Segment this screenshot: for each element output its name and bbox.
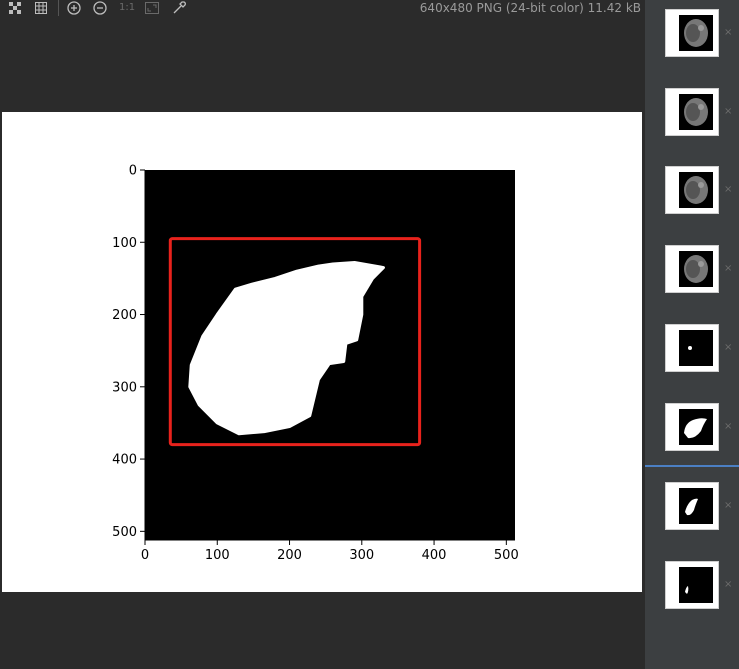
close-icon[interactable]: × — [724, 263, 732, 275]
grid-icon[interactable] — [33, 0, 49, 16]
thumbnail-2[interactable] — [665, 88, 719, 136]
y-tick-label: 300 — [112, 380, 137, 395]
thumbnail-strip[interactable]: × × × × × × × × — [645, 0, 739, 669]
fit-window-icon[interactable] — [144, 0, 160, 16]
thumbnail-image — [679, 567, 713, 603]
thumbnail-image — [679, 172, 713, 208]
close-icon[interactable]: × — [724, 579, 732, 591]
thumbnail-image — [679, 488, 713, 524]
toolbar: 1:1 640x480 PNG (24-bit color) 11.42 kB — [0, 0, 645, 18]
file-info: 640x480 PNG (24-bit color) 11.42 kB — [419, 1, 641, 15]
y-tick-label: 200 — [112, 308, 137, 323]
thumbnail-3[interactable] — [665, 166, 719, 214]
close-icon[interactable]: × — [724, 27, 732, 39]
x-tick-label: 0 — [141, 548, 149, 563]
thumbnail-7[interactable] — [665, 482, 719, 530]
y-tick-label: 0 — [129, 164, 137, 179]
thumbnail-image — [679, 15, 713, 51]
zoom-in-icon[interactable] — [66, 0, 82, 16]
y-tick-label: 400 — [112, 453, 137, 468]
close-icon[interactable]: × — [724, 106, 732, 118]
thumbnail-8[interactable] — [665, 561, 719, 609]
x-tick-label: 400 — [422, 548, 447, 563]
y-tick-label: 100 — [112, 236, 137, 251]
thumbnail-5[interactable] — [665, 324, 719, 372]
thumbnail-image — [679, 94, 713, 130]
x-tick-label: 300 — [349, 548, 374, 563]
thumbnail-image — [679, 330, 713, 366]
x-tick-label: 100 — [205, 548, 230, 563]
thumbnail-6[interactable] — [665, 403, 719, 451]
color-picker-icon[interactable] — [171, 0, 187, 16]
y-tick-label: 500 — [112, 525, 137, 540]
thumbnail-image — [679, 409, 713, 445]
thumbnail-image — [679, 251, 713, 287]
actual-size-icon[interactable]: 1:1 — [119, 0, 135, 16]
close-icon[interactable]: × — [724, 500, 732, 512]
x-tick-label: 500 — [494, 548, 519, 563]
plot: 0 100 200 300 400 500 0 100 200 300 400 500 — [112, 164, 519, 564]
close-icon[interactable]: × — [724, 342, 732, 354]
x-tick-label: 200 — [277, 548, 302, 563]
close-icon[interactable]: × — [724, 421, 732, 433]
selection-indicator — [645, 465, 739, 467]
image-canvas[interactable]: 0 100 200 300 400 500 0 100 200 300 400 500 — [2, 112, 642, 592]
close-icon[interactable]: × — [724, 184, 732, 196]
thumbnail-4[interactable] — [665, 245, 719, 293]
thumbnail-1[interactable] — [665, 9, 719, 57]
checkerboard-icon[interactable] — [7, 0, 23, 16]
zoom-out-icon[interactable] — [92, 0, 108, 16]
toolbar-separator — [58, 0, 59, 16]
